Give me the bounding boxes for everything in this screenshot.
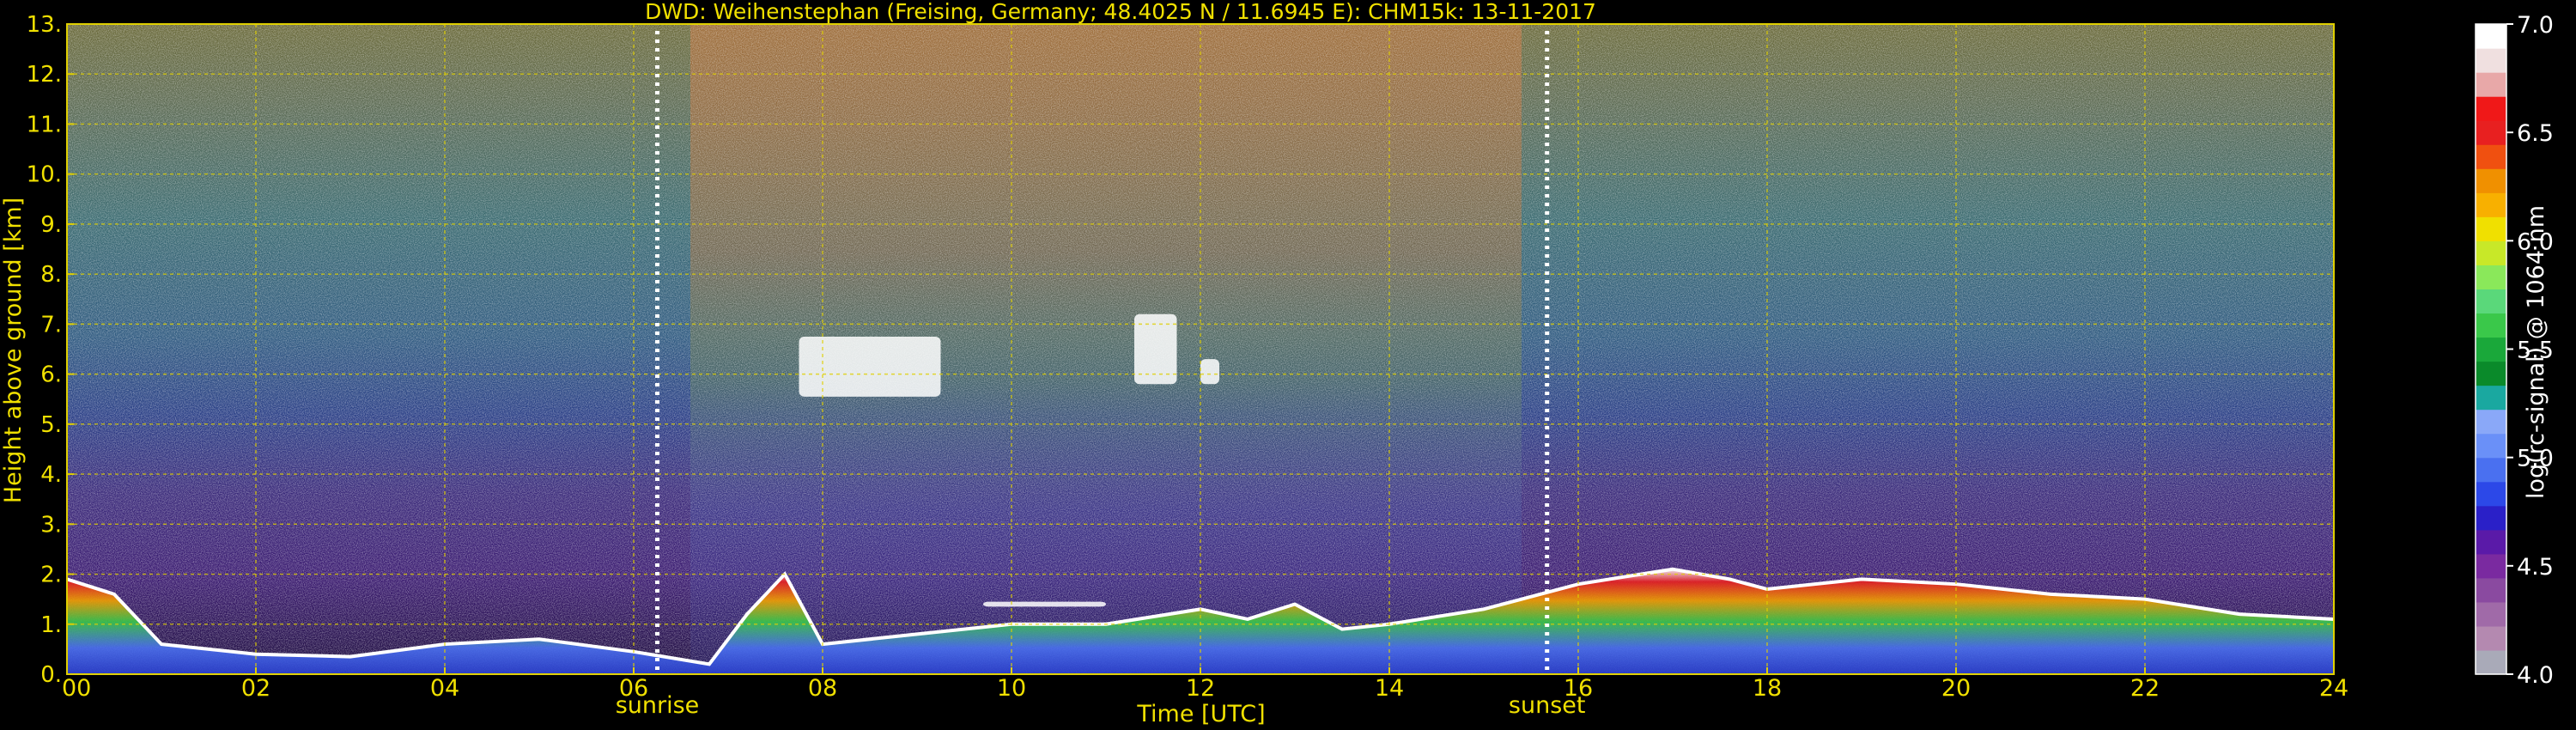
y-tick-label: 2. [40,563,62,588]
colorbar-tick-label: 4.0 [2517,662,2554,689]
x-tick-label: 24 [2319,675,2348,702]
colorbar-segment [2476,289,2506,314]
colorbar-segment [2476,168,2506,193]
colorbar-segment [2476,337,2506,362]
ceilometer-figure: sunrise sunset 00 02 04 06 08 10 12 14 16 18 20 22 24… [0,0,2576,730]
y-tick-label: 11. [27,112,62,137]
colorbar-segment [2476,457,2506,483]
colorbar-segment [2476,529,2506,555]
x-tick-label: 06 [619,675,648,702]
x-tick-label: 04 [430,675,459,702]
cloud-patch [1200,359,1219,385]
y-tick-label: 6. [40,362,62,388]
colorbar-segment [2476,649,2506,675]
x-tick-label: 16 [1564,675,1593,702]
x-tick-label: 14 [1375,675,1404,702]
colorbar-segment [2476,313,2506,338]
y-axis-label: Height above ground [km] [0,198,27,503]
colorbar-segment [2476,481,2506,507]
cloud-patch [983,601,1106,607]
colorbar-segment [2476,120,2506,145]
colorbar-segment [2476,553,2506,579]
colorbar-segment [2476,240,2506,265]
x-tick-label: 18 [1753,675,1782,702]
colorbar-segment [2476,385,2506,411]
colorbar-segment [2476,192,2506,217]
colorbar-segment [2476,601,2506,627]
colorbar-segment [2476,216,2506,241]
colorbar-segment [2476,48,2506,73]
cloud-patch [799,336,941,397]
colorbar-segment [2476,72,2506,97]
x-tick-label: 22 [2130,675,2160,702]
ceilometer-chart: sunrise sunset 00 02 04 06 08 10 12 14 16 18 20 22 24… [0,0,2554,727]
colorbar-label: log(rc-signal) @ 1064 nm [2523,205,2549,499]
colorbar-tick-label: 6.5 [2517,120,2554,147]
y-tick-label: 13. [27,12,62,38]
chart-title: DWD: Weihenstephan (Freising, Germany; 4… [645,0,1596,24]
y-tick-label: 4. [40,462,62,488]
y-tick-label: 1. [40,612,62,638]
colorbar-segment [2476,96,2506,121]
colorbar-tick-label: 4.5 [2517,554,2554,581]
colorbar-segment [2476,265,2506,290]
y-tick-label: 12. [27,62,62,88]
colorbar-segment [2476,433,2506,459]
y-tick-label: 10. [27,162,62,188]
y-tick-label: 3. [40,512,62,538]
y-tick-label: 5. [40,412,62,438]
y-tick-label: 8. [40,262,62,288]
x-tick-label: 02 [241,675,270,702]
x-tick-label: 12 [1186,675,1215,702]
colorbar-segment [2476,625,2506,651]
x-axis-label: Time [UTC] [1136,701,1265,727]
colorbar-segment [2476,577,2506,603]
y-tick-label: 0. [40,662,62,688]
colorbar-tick-label: 7.0 [2517,12,2554,39]
colorbar-segment [2476,144,2506,169]
y-tick-label: 7. [40,312,62,338]
colorbar-segment [2476,361,2506,386]
x-tick-label: 10 [997,675,1026,702]
colorbar-segment [2476,24,2506,49]
colorbar-segment [2476,505,2506,531]
x-tick-label: 08 [808,675,837,702]
x-tick-label: 20 [1941,675,1971,702]
x-tick-label: 00 [62,675,91,702]
y-tick-label: 9. [40,212,62,238]
colorbar-segment [2476,409,2506,435]
